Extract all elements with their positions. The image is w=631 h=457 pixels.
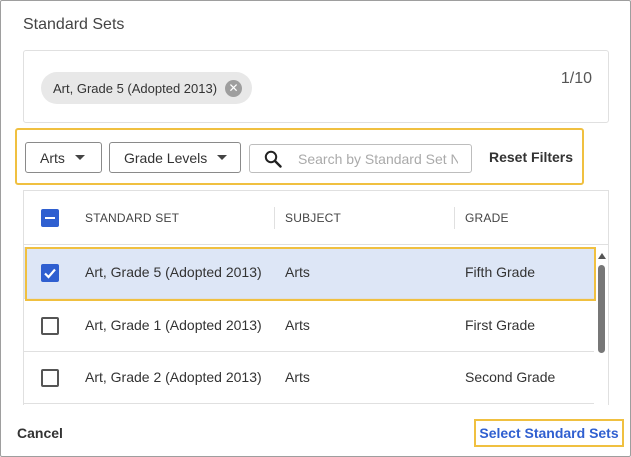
grade-levels-dropdown[interactable]: Grade Levels xyxy=(109,142,241,173)
scroll-thumb[interactable] xyxy=(598,265,605,353)
table-row[interactable]: Art, Grade 5 (Adopted 2013) Arts Fifth G… xyxy=(24,247,594,299)
standard-sets-table: STANDARD SET SUBJECT GRADE Art, Grade 5 … xyxy=(23,190,609,405)
selection-count: 1/10 xyxy=(560,70,592,87)
cell-standard-set: Art, Grade 5 (Adopted 2013) xyxy=(85,264,262,280)
reset-filters-button[interactable]: Reset Filters xyxy=(489,149,573,165)
row-checkbox[interactable] xyxy=(41,317,59,335)
subject-dropdown[interactable]: Arts xyxy=(25,142,102,173)
column-header-subject[interactable]: SUBJECT xyxy=(285,211,341,225)
table-header: STANDARD SET SUBJECT GRADE xyxy=(24,191,608,245)
cell-subject: Arts xyxy=(285,369,310,385)
grade-dropdown-label: Grade Levels xyxy=(124,149,208,166)
column-header-standard-set[interactable]: STANDARD SET xyxy=(85,211,179,225)
cell-grade: First Grade xyxy=(465,317,536,333)
search-icon xyxy=(264,150,282,168)
standard-sets-dialog: Standard Sets Art, Grade 5 (Adopted 2013… xyxy=(0,0,631,457)
row-checkbox[interactable] xyxy=(41,369,59,387)
row-checkbox[interactable] xyxy=(41,264,59,282)
column-divider xyxy=(454,207,455,229)
subject-dropdown-label: Arts xyxy=(40,149,65,166)
select-all-checkbox[interactable] xyxy=(41,209,59,227)
column-header-grade[interactable]: GRADE xyxy=(465,211,509,225)
table-row[interactable]: Art, Grade 2 (Adopted 2013) Arts Second … xyxy=(24,352,594,404)
cell-grade: Second Grade xyxy=(465,369,556,385)
column-divider xyxy=(274,207,275,229)
search-input[interactable] xyxy=(298,150,458,167)
close-icon[interactable]: ✕ xyxy=(225,79,243,97)
filter-bar: Arts Grade Levels Reset Filters xyxy=(15,128,584,185)
cell-subject: Arts xyxy=(285,264,310,280)
search-box xyxy=(249,144,472,173)
cell-standard-set: Art, Grade 1 (Adopted 2013) xyxy=(85,317,262,333)
selected-sets-box: Art, Grade 5 (Adopted 2013) ✕ 1/10 xyxy=(23,50,609,123)
chip-label: Art, Grade 5 (Adopted 2013) xyxy=(53,80,218,96)
cancel-button[interactable]: Cancel xyxy=(17,425,63,441)
select-standard-sets-label: Select Standard Sets xyxy=(479,425,619,441)
cell-subject: Arts xyxy=(285,317,310,333)
scroll-up-icon[interactable] xyxy=(598,253,606,259)
selected-chip[interactable]: Art, Grade 5 (Adopted 2013) ✕ xyxy=(41,72,253,104)
checkmark-icon xyxy=(44,268,56,279)
cell-standard-set: Art, Grade 2 (Adopted 2013) xyxy=(85,369,262,385)
select-standard-sets-button[interactable]: Select Standard Sets xyxy=(474,419,624,447)
dialog-title: Standard Sets xyxy=(23,16,125,33)
table-row[interactable]: Art, Grade 1 (Adopted 2013) Arts First G… xyxy=(24,300,594,352)
cell-grade: Fifth Grade xyxy=(465,264,536,280)
chevron-down-icon xyxy=(217,155,228,160)
chevron-down-icon xyxy=(74,155,85,160)
table-scrollbar[interactable] xyxy=(597,253,606,405)
